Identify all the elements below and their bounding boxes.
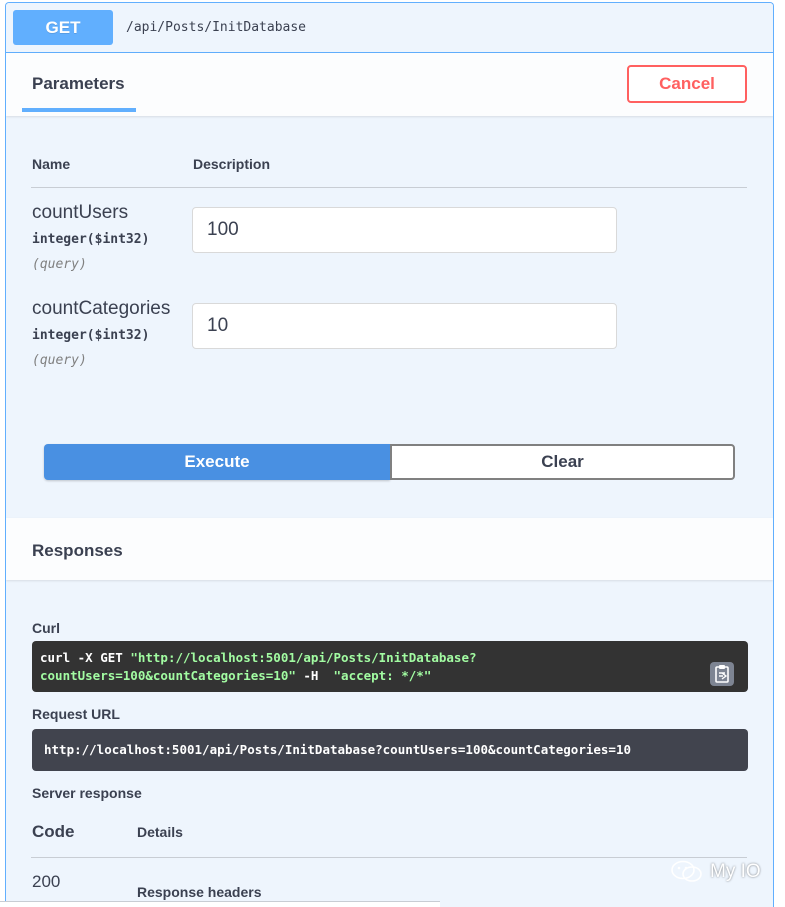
param-name-countusers: countUsers [32, 202, 129, 223]
cancel-button[interactable]: Cancel [627, 65, 747, 103]
curl-command-box[interactable]: curl -X GET "http://localhost:5001/api/P… [32, 641, 748, 692]
param-in-countusers: (query) [32, 257, 87, 272]
operation-summary[interactable]: GET /api/Posts/InitDatabase [6, 3, 773, 53]
tab-parameters[interactable]: Parameters [32, 74, 125, 94]
param-type-countusers: integer($int32) [32, 232, 150, 247]
header-divider [31, 187, 747, 188]
horizontal-scrollbar[interactable] [0, 901, 440, 907]
curl-line-2: countUsers=100&countCategories=10" -H "a… [40, 667, 740, 685]
response-status-code: 200 [32, 872, 61, 891]
countcategories-input[interactable]: 10 [192, 303, 617, 349]
responses-title: Responses [32, 541, 123, 560]
curl-command: curl -X GET [40, 650, 131, 665]
operation-path: /api/Posts/InitDatabase [126, 20, 307, 35]
param-in-countcategories: (query) [32, 353, 87, 368]
request-url-box[interactable]: http://localhost:5001/api/Posts/InitData… [32, 729, 748, 771]
column-header-name: Name [32, 156, 71, 172]
operation-block: GET /api/Posts/InitDatabase Parameters C… [5, 2, 774, 907]
column-header-description: Description [193, 156, 271, 172]
curl-url-part2: countUsers=100&countCategories=10" [40, 668, 296, 683]
param-name-countcategories: countCategories [32, 298, 171, 319]
parameters-header: Parameters Cancel [6, 53, 773, 116]
curl-url-part1: "http://localhost:5001/api/Posts/InitDat… [130, 650, 477, 665]
curl-accept-header: "accept: */*" [333, 668, 432, 683]
curl-label: Curl [32, 620, 60, 636]
execute-button[interactable]: Execute [44, 444, 390, 480]
request-url-label: Request URL [32, 706, 120, 722]
param-type-countcategories: integer($int32) [32, 328, 150, 343]
server-response-label: Server response [32, 785, 142, 801]
copy-to-clipboard-icon[interactable] [710, 662, 734, 686]
response-details-header: Details [137, 824, 183, 840]
responses-header: Responses [6, 518, 773, 580]
countusers-input[interactable]: 100 [192, 207, 617, 253]
method-badge: GET [13, 10, 113, 45]
response-headers-label: Response headers [137, 884, 262, 900]
watermark: My IO [670, 859, 761, 885]
response-code-header: Code [32, 822, 75, 841]
curl-header-flag: -H [295, 668, 334, 683]
clear-button[interactable]: Clear [390, 444, 735, 480]
response-table-divider [31, 857, 747, 858]
tab-active-indicator [22, 108, 136, 112]
watermark-text: My IO [710, 861, 761, 882]
curl-line-1: curl -X GET "http://localhost:5001/api/P… [40, 649, 740, 667]
wechat-icon [671, 860, 702, 882]
